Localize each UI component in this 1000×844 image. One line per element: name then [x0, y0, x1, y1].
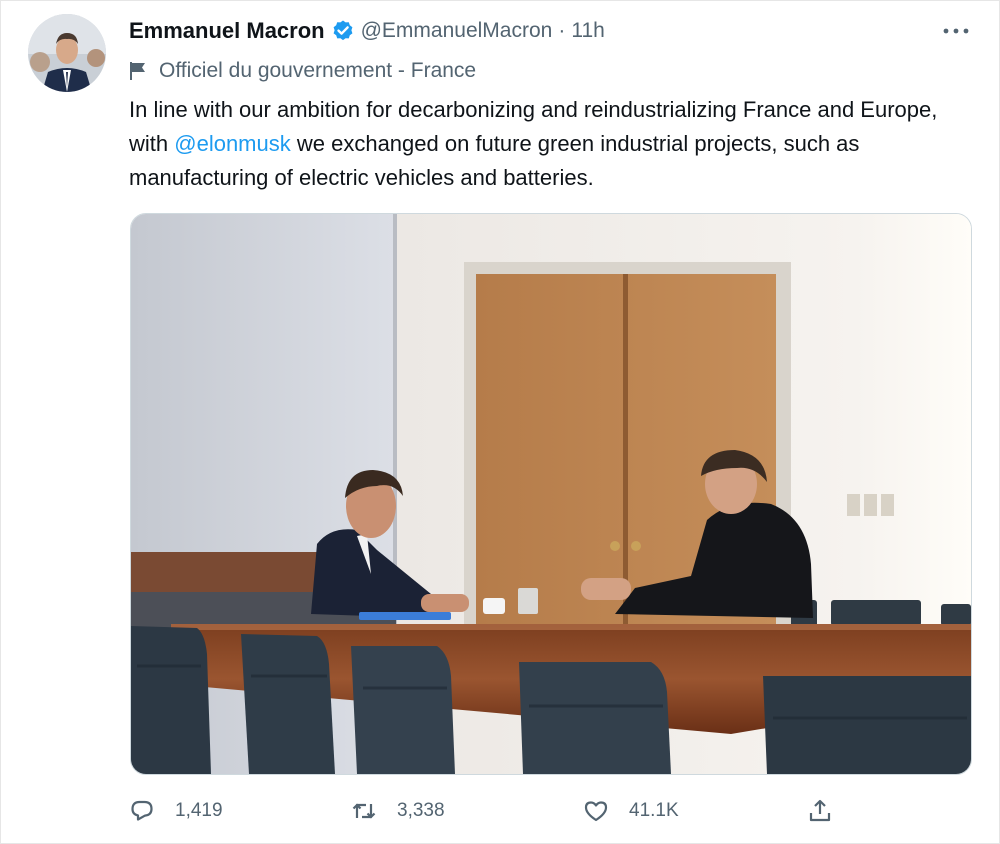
like-button[interactable]: 41.1K — [583, 793, 679, 829]
account-label: Officiel du gouvernement - France — [129, 57, 476, 85]
separator: · — [558, 19, 566, 42]
share-icon — [809, 799, 831, 822]
tweet-photo[interactable] — [130, 213, 972, 775]
more-icon[interactable] — [939, 19, 973, 43]
retweet-button[interactable]: 3,338 — [351, 793, 445, 829]
display-name[interactable]: Emmanuel Macron — [129, 18, 325, 44]
retweet-count: 3,338 — [397, 800, 445, 821]
tweet-header: Emmanuel Macron @EmmanuelMacron · 11h — [129, 15, 605, 47]
tweet-card: Emmanuel Macron @EmmanuelMacron · 11h Of… — [0, 0, 1000, 844]
account-label-text[interactable]: Officiel du gouvernement - France — [159, 59, 476, 83]
share-button[interactable] — [807, 793, 853, 829]
reply-button[interactable]: 1,419 — [129, 793, 223, 829]
handle[interactable]: @EmmanuelMacron — [361, 19, 553, 43]
tweet-actions: 1,419 3,338 41.1K — [129, 793, 849, 829]
mention-link[interactable]: @elonmusk — [174, 131, 291, 156]
reply-count: 1,419 — [175, 800, 223, 821]
photo-illustration — [131, 214, 971, 774]
reply-icon — [131, 800, 153, 821]
tweet-text: In line with our ambition for decarboniz… — [129, 93, 979, 195]
retweet-icon — [352, 803, 376, 819]
timestamp[interactable]: 11h — [571, 19, 604, 43]
avatar[interactable] — [28, 14, 106, 92]
verified-badge-icon — [331, 19, 355, 43]
like-count: 41.1K — [629, 800, 679, 821]
like-icon — [584, 801, 608, 822]
government-flag-icon — [129, 61, 147, 81]
